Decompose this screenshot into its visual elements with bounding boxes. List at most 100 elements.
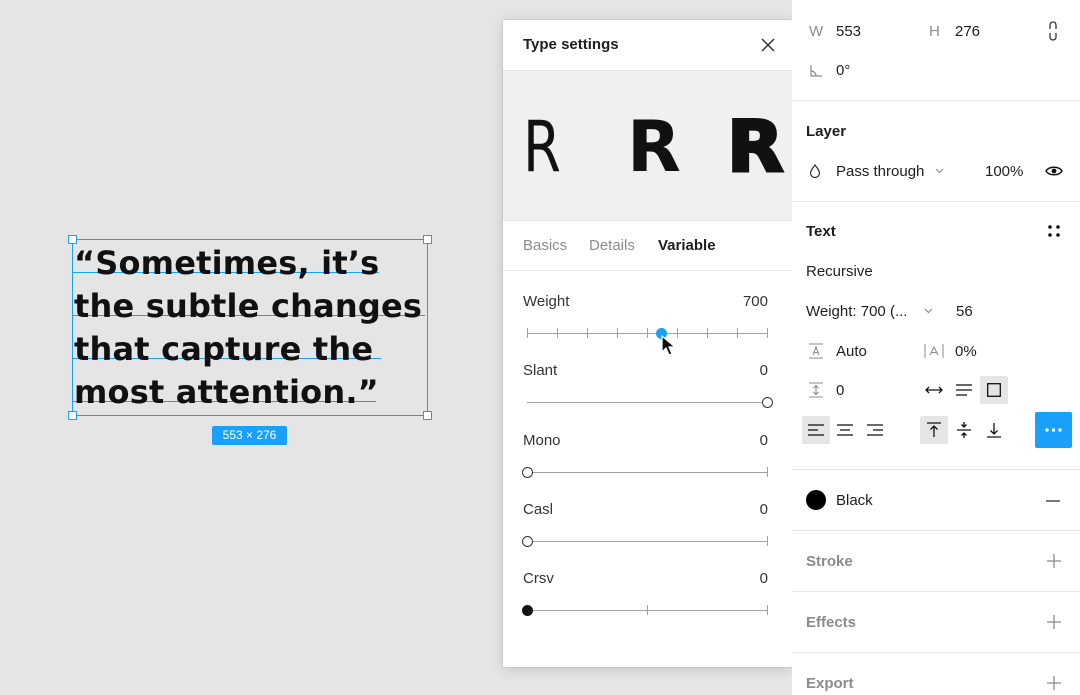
slider-track <box>527 402 767 403</box>
axis-value: 700 <box>742 293 768 310</box>
glyph-preview-heavy: R <box>725 106 785 189</box>
slider-tick <box>767 467 768 477</box>
line-height-input[interactable]: Auto <box>836 343 867 360</box>
axis-value: 0 <box>759 501 768 518</box>
slider-tick <box>767 328 768 338</box>
add-effect-icon[interactable] <box>1047 615 1061 629</box>
constrain-proportions-icon[interactable] <box>1046 20 1060 42</box>
tab-basics[interactable]: Basics <box>523 237 567 254</box>
slider-thumb[interactable] <box>762 397 773 408</box>
fill-color-swatch[interactable] <box>806 490 826 510</box>
glyph-preview-bold: R <box>627 106 681 188</box>
align-top-icon <box>927 422 941 437</box>
eye-icon[interactable] <box>1045 165 1063 177</box>
tab-details[interactable]: Details <box>589 237 635 254</box>
text-line: that capture the <box>74 330 374 368</box>
opacity-input[interactable]: 100% <box>985 163 1023 180</box>
properties-panel: W 553 H 276 0° Layer Pass through 100% T… <box>792 0 1080 695</box>
align-center-icon[interactable] <box>837 424 853 436</box>
font-family-select[interactable]: Recursive <box>806 263 873 280</box>
rotation-input[interactable]: 0° <box>836 62 850 79</box>
align-right-icon[interactable] <box>867 424 883 436</box>
axis-label: Slant <box>523 362 558 379</box>
popup-title: Type settings <box>523 36 619 53</box>
fill-section: Black <box>792 470 1080 531</box>
stroke-section-title: Stroke <box>806 553 853 570</box>
font-weight-select[interactable]: Weight: 700 (... <box>806 303 907 320</box>
blend-mode-select[interactable]: Pass through <box>836 163 924 180</box>
rotation-icon <box>810 65 822 77</box>
remove-fill-icon[interactable] <box>1046 500 1060 502</box>
type-settings-tabs: Basics Details Variable <box>503 221 792 271</box>
fixed-size-icon <box>987 383 1001 397</box>
slider-tick <box>707 328 708 338</box>
slider-tick <box>647 605 648 615</box>
effects-section: Effects <box>792 592 1080 653</box>
add-export-icon[interactable] <box>1047 676 1061 690</box>
line-height-icon <box>809 343 823 359</box>
slider-tick <box>767 536 768 546</box>
slider-thumb[interactable] <box>522 467 533 478</box>
slider-tick <box>647 328 648 338</box>
slider-track <box>527 541 767 542</box>
more-text-settings-button[interactable] <box>1035 412 1072 448</box>
popup-header: Type settings <box>503 20 792 71</box>
axis-casl: Casl 0 <box>522 501 768 561</box>
mono-slider[interactable] <box>522 466 768 478</box>
slider-tick <box>737 328 738 338</box>
crsv-slider[interactable] <box>522 604 768 616</box>
fill-color-name[interactable]: Black <box>836 492 873 509</box>
text-section-title: Text <box>806 223 836 240</box>
axis-label: Crsv <box>523 570 554 587</box>
slider-tick <box>677 328 678 338</box>
weight-slider[interactable] <box>527 327 768 339</box>
align-top-button[interactable] <box>920 416 948 444</box>
text-line: “Sometimes, it’s <box>74 244 380 282</box>
text-line: the subtle changes <box>74 287 423 325</box>
add-stroke-icon[interactable] <box>1047 554 1061 568</box>
width-input[interactable]: 553 <box>836 23 861 40</box>
effects-section-title: Effects <box>806 614 857 631</box>
text-styles-icon[interactable] <box>1047 224 1061 238</box>
layer-section-title: Layer <box>806 123 847 140</box>
slider-thumb[interactable] <box>522 536 533 547</box>
type-settings-popup: Type settings R R R Basics Details Varia… <box>503 20 792 667</box>
glyph-preview: R R R <box>503 71 792 221</box>
export-section: Export <box>792 653 1080 695</box>
align-bottom-icon[interactable] <box>987 422 1001 438</box>
text-line: most attention.” <box>74 373 379 411</box>
chevron-down-icon[interactable] <box>924 308 933 314</box>
align-left-button[interactable] <box>802 416 830 444</box>
dimensions-section: W 553 H 276 0° <box>792 0 1080 101</box>
tab-variable[interactable]: Variable <box>658 237 716 254</box>
auto-height-icon[interactable] <box>956 384 972 396</box>
letter-spacing-input[interactable]: 0% <box>955 343 977 360</box>
quote-text-layer[interactable]: “Sometimes, it’s the subtle changes that… <box>74 242 434 414</box>
chevron-down-icon[interactable] <box>935 168 944 174</box>
casl-slider[interactable] <box>522 535 768 547</box>
auto-width-icon[interactable] <box>925 385 943 395</box>
slider-tick <box>587 328 588 338</box>
font-size-input[interactable]: 56 <box>956 303 973 320</box>
axis-slant: Slant 0 <box>523 362 773 422</box>
axis-value: 0 <box>759 432 768 449</box>
slider-tick <box>527 328 528 338</box>
axis-value: 0 <box>759 362 768 379</box>
align-middle-icon[interactable] <box>957 422 971 438</box>
slant-slider[interactable] <box>527 396 773 408</box>
slider-tick <box>557 328 558 338</box>
close-icon[interactable] <box>760 37 776 53</box>
axis-mono: Mono 0 <box>522 432 768 492</box>
axis-crsv: Crsv 0 <box>522 570 768 630</box>
fixed-size-button[interactable] <box>980 376 1008 404</box>
paragraph-spacing-input[interactable]: 0 <box>836 382 844 399</box>
width-label: W <box>809 23 824 40</box>
height-input[interactable]: 276 <box>955 23 980 40</box>
axis-weight: Weight 700 <box>523 293 768 353</box>
letter-spacing-icon <box>924 344 944 358</box>
axis-label: Mono <box>523 432 561 449</box>
slider-thumb[interactable] <box>522 605 533 616</box>
slider-track <box>527 472 767 473</box>
mouse-pointer-icon <box>661 335 677 356</box>
export-section-title: Export <box>806 675 854 692</box>
